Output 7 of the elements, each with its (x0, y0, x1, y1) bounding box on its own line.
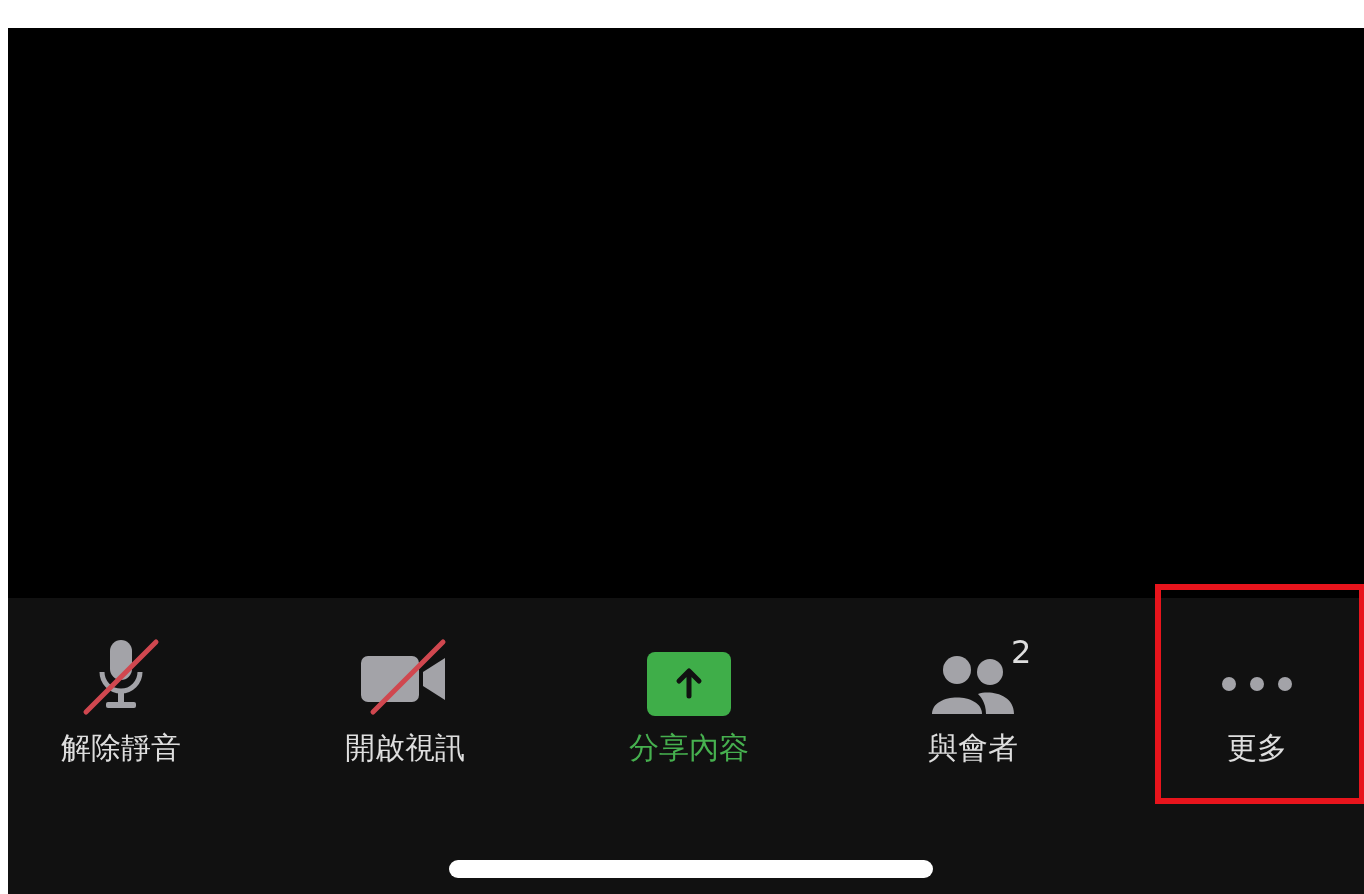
toolbar-button[interactable]: 更多 (1157, 634, 1357, 784)
toolbar-button[interactable]: 開啟視訊 (305, 634, 505, 784)
toolbar-button[interactable]: 與會者 2 (873, 634, 1073, 784)
toolbar-button[interactable]: 解除靜音 (21, 634, 221, 784)
toolbar-button[interactable]: 分享內容 (589, 634, 789, 784)
participant-count: 2 (1011, 634, 1032, 670)
more-dots-icon (1221, 676, 1293, 692)
